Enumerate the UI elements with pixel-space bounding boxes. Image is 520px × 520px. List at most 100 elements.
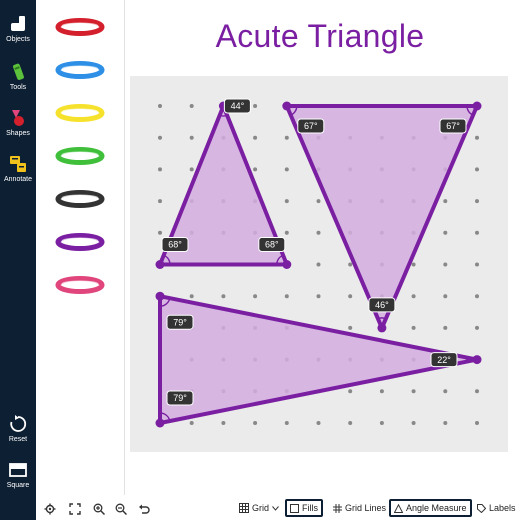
angle-label: 68° xyxy=(161,237,189,252)
peg[interactable] xyxy=(443,294,448,299)
vertex-handle[interactable] xyxy=(155,260,165,269)
peg[interactable] xyxy=(189,135,194,140)
grid-lines-label: Grid Lines xyxy=(345,503,387,513)
vertex-handle[interactable] xyxy=(472,101,482,111)
rubber-band[interactable] xyxy=(55,104,105,122)
sidebar-item-annotate[interactable]: Annotate xyxy=(0,154,36,183)
peg[interactable] xyxy=(443,325,448,330)
peg[interactable] xyxy=(316,294,321,299)
peg[interactable] xyxy=(284,421,289,425)
sidebar-item-tools[interactable]: Tools xyxy=(0,62,36,91)
peg[interactable] xyxy=(475,230,479,235)
vertex-handle[interactable] xyxy=(155,291,165,301)
peg[interactable] xyxy=(475,421,479,425)
peg[interactable] xyxy=(411,421,416,425)
peg[interactable] xyxy=(443,262,448,267)
fills-icon xyxy=(290,503,299,513)
peg[interactable] xyxy=(316,262,321,267)
rubber-band[interactable] xyxy=(55,18,105,36)
peg[interactable] xyxy=(158,167,162,172)
grid-lines-toggle[interactable]: Grid Lines xyxy=(330,499,389,517)
grid-dropdown[interactable]: Grid xyxy=(236,499,282,517)
sidebar-item-objects[interactable]: Objects xyxy=(0,14,36,43)
peg[interactable] xyxy=(284,294,289,299)
peg[interactable] xyxy=(411,294,416,299)
vertex-handle[interactable] xyxy=(155,418,165,428)
peg[interactable] xyxy=(316,230,321,235)
peg[interactable] xyxy=(158,104,162,108)
peg[interactable] xyxy=(189,294,194,299)
peg[interactable] xyxy=(411,325,416,330)
vertex-handle[interactable] xyxy=(377,323,387,333)
angle-value: 67° xyxy=(446,121,460,131)
fills-toggle[interactable]: Fills xyxy=(285,499,323,517)
peg[interactable] xyxy=(221,294,226,299)
vertex-handle[interactable] xyxy=(282,260,292,269)
peg[interactable] xyxy=(348,421,353,425)
geoboard-canvas[interactable]: 44° 68° 68° 67° 67° 46° 79° 79° 22° xyxy=(130,76,508,452)
peg[interactable] xyxy=(158,230,162,235)
zoom-out-icon[interactable] xyxy=(115,503,127,515)
peg[interactable] xyxy=(443,199,448,204)
peg[interactable] xyxy=(348,262,353,267)
square-button[interactable]: Square xyxy=(0,460,36,489)
peg[interactable] xyxy=(284,135,289,140)
peg[interactable] xyxy=(475,167,479,172)
peg[interactable] xyxy=(443,230,448,235)
rubber-band[interactable] xyxy=(55,147,105,165)
peg[interactable] xyxy=(443,421,448,425)
peg[interactable] xyxy=(348,325,353,330)
peg[interactable] xyxy=(253,294,258,299)
peg[interactable] xyxy=(189,167,194,172)
peg[interactable] xyxy=(379,421,384,425)
peg[interactable] xyxy=(158,199,162,204)
peg[interactable] xyxy=(379,389,384,394)
reset-button[interactable]: Reset xyxy=(0,414,36,443)
triangle[interactable]: 79° 79° 22° xyxy=(155,291,482,428)
rubber-band[interactable] xyxy=(55,233,105,251)
peg[interactable] xyxy=(348,389,353,394)
peg[interactable] xyxy=(316,199,321,204)
triangle[interactable]: 67° 67° 46° xyxy=(282,101,482,333)
rubber-band[interactable] xyxy=(55,276,105,294)
undo-icon[interactable] xyxy=(138,503,150,515)
rubber-band[interactable] xyxy=(55,61,105,79)
band-palette xyxy=(36,0,125,495)
peg[interactable] xyxy=(253,135,258,140)
peg[interactable] xyxy=(475,135,479,140)
peg[interactable] xyxy=(284,199,289,204)
peg[interactable] xyxy=(475,389,479,394)
labels-toggle[interactable]: Labels xyxy=(474,499,519,517)
triangle[interactable]: 44° 68° 68° xyxy=(155,98,292,269)
settings-icon[interactable] xyxy=(44,503,56,515)
peg[interactable] xyxy=(411,389,416,394)
peg[interactable] xyxy=(253,421,258,425)
peg[interactable] xyxy=(158,135,162,140)
zoom-in-icon[interactable] xyxy=(93,503,105,515)
peg[interactable] xyxy=(316,421,321,425)
peg[interactable] xyxy=(475,262,479,267)
peg[interactable] xyxy=(475,199,479,204)
geoboard[interactable]: 44° 68° 68° 67° 67° 46° 79° 79° 22° xyxy=(130,76,508,452)
peg[interactable] xyxy=(253,104,258,108)
rubber-band[interactable] xyxy=(55,190,105,208)
peg[interactable] xyxy=(475,294,479,299)
objects-icon xyxy=(11,16,25,31)
vertex-handle[interactable] xyxy=(472,355,482,365)
peg[interactable] xyxy=(443,389,448,394)
peg[interactable] xyxy=(284,230,289,235)
sidebar-item-label: Reset xyxy=(8,436,28,443)
angle-measure-toggle[interactable]: Angle Measure xyxy=(389,499,472,517)
chevron-down-icon xyxy=(272,505,279,511)
peg[interactable] xyxy=(221,421,226,425)
peg[interactable] xyxy=(253,167,258,172)
peg[interactable] xyxy=(189,104,194,108)
peg[interactable] xyxy=(284,167,289,172)
sidebar-item-shapes[interactable]: Shapes xyxy=(0,108,36,137)
peg[interactable] xyxy=(348,294,353,299)
fullscreen-icon[interactable] xyxy=(69,503,81,515)
peg[interactable] xyxy=(475,325,479,330)
peg[interactable] xyxy=(411,262,416,267)
peg[interactable] xyxy=(189,421,194,425)
vertex-handle[interactable] xyxy=(282,101,292,111)
